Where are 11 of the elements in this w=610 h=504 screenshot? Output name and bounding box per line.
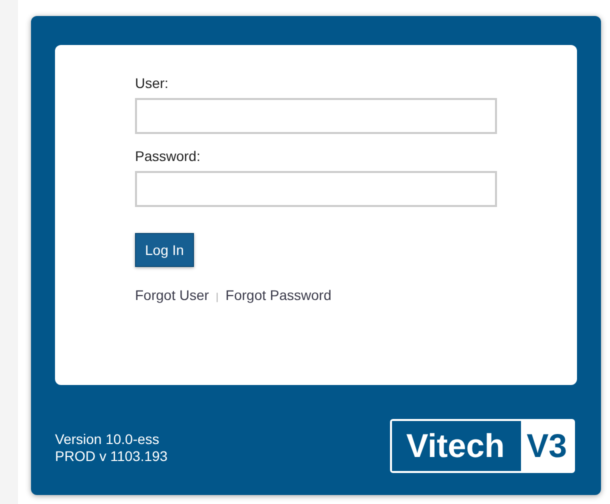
forgot-password-link[interactable]: Forgot Password bbox=[226, 287, 332, 303]
forgot-user-link[interactable]: Forgot User bbox=[135, 287, 209, 303]
link-separator: | bbox=[216, 292, 219, 303]
input-field[interactable] bbox=[135, 98, 497, 134]
logo: Vitech V3 bbox=[390, 419, 575, 473]
login-button[interactable]: Log In bbox=[135, 233, 194, 267]
field-label: Password: bbox=[135, 148, 202, 165]
field-label: User: bbox=[135, 75, 170, 92]
version-text: Version 10.0-ess bbox=[55, 431, 160, 448]
version-text: PROD v 1103.193 bbox=[55, 448, 168, 465]
input-field[interactable] bbox=[135, 171, 497, 207]
